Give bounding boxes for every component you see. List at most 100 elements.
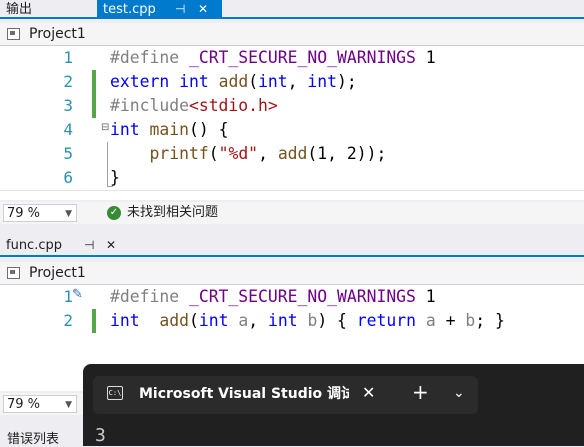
line-number: 6 xyxy=(63,168,73,187)
code-token: ) { xyxy=(317,311,357,330)
code-token: , xyxy=(287,72,308,91)
zoom-value: 79 % xyxy=(7,397,41,412)
code-token: return xyxy=(356,311,417,330)
project-dropdown[interactable]: Project1 xyxy=(29,25,86,43)
close-icon[interactable]: ✕ xyxy=(198,0,208,19)
line-number: 1 xyxy=(63,48,73,67)
line-number: 1 xyxy=(63,287,73,306)
code-token: (1, 2)); xyxy=(307,144,387,163)
error-list-tab[interactable]: 错误列表 xyxy=(0,427,83,447)
bottom-navigation-bar[interactable]: Project1 xyxy=(0,262,584,285)
line-number: 3 xyxy=(63,96,73,115)
line-number: 4 xyxy=(63,120,73,139)
code-token: + xyxy=(435,311,466,330)
code-text[interactable]: extern int add(int, int); xyxy=(110,70,357,94)
code-line[interactable]: 2 extern int add(int, int); xyxy=(0,70,584,94)
top-editor-status-bar: 79 % ▼ ✓ 未找到相关问题 xyxy=(0,202,584,224)
code-token: , xyxy=(248,311,268,330)
terminal-icon: C:\ xyxy=(107,386,123,400)
code-token: int xyxy=(179,72,209,91)
code-token: int xyxy=(110,311,140,330)
code-token: b xyxy=(465,311,476,330)
code-text[interactable]: } xyxy=(110,166,120,190)
project-dropdown[interactable]: Project1 xyxy=(29,264,86,282)
code-line[interactable]: 1 #define _CRT_SECURE_NO_WARNINGS 1 xyxy=(0,46,584,70)
error-list-label: 错误列表 xyxy=(7,432,60,447)
chevron-down-icon[interactable]: ⌄ xyxy=(453,384,465,402)
issues-status[interactable]: 未找到相关问题 xyxy=(127,204,218,222)
chevron-down-icon: ▼ xyxy=(65,209,72,219)
debug-console-window[interactable]: C:\ Microsoft Visual Studio 调试控 ✕ + ⌄ 3 xyxy=(83,364,584,446)
code-token: add xyxy=(159,311,189,330)
code-token: printf xyxy=(149,144,209,163)
code-text[interactable]: int main() { xyxy=(110,118,228,142)
tab-test-cpp-label: test.cpp xyxy=(103,2,156,17)
code-token: #define xyxy=(110,287,189,306)
code-token: int xyxy=(267,311,298,330)
code-token: b xyxy=(307,311,318,330)
top-navigation-bar[interactable]: Project1 xyxy=(0,23,584,46)
code-text[interactable]: int add(int a, int b) { return a + b; } xyxy=(110,309,505,333)
pin-icon[interactable]: ⊣ xyxy=(175,0,185,19)
code-token: #include xyxy=(110,96,189,115)
chevron-down-icon: ▼ xyxy=(65,400,72,410)
code-line[interactable]: 3 #include<stdio.h> xyxy=(0,94,584,118)
zoom-value: 79 % xyxy=(7,206,41,221)
code-line[interactable]: 4 int main() { xyxy=(0,118,584,142)
code-text[interactable]: #define _CRT_SECURE_NO_WARNINGS 1 xyxy=(110,285,436,309)
code-text[interactable]: #define _CRT_SECURE_NO_WARNINGS 1 xyxy=(110,46,436,70)
pin-icon[interactable]: ⊣ xyxy=(84,236,94,255)
code-token: int xyxy=(307,72,338,91)
tab-func-cpp[interactable]: func.cpp ⊣ ✕ xyxy=(0,236,130,255)
code-token: _CRT_SECURE_NO_WARNINGS xyxy=(188,48,416,67)
code-token: add xyxy=(277,144,308,163)
zoom-dropdown[interactable]: 79 % ▼ xyxy=(3,204,77,222)
code-token: } xyxy=(110,168,120,187)
project-icon xyxy=(7,267,20,279)
code-text[interactable]: #include<stdio.h> xyxy=(110,94,278,118)
line-number: 2 xyxy=(63,311,73,330)
tab-output[interactable]: 输出 xyxy=(0,0,95,19)
tab-func-cpp-label: func.cpp xyxy=(6,238,62,253)
new-tab-button[interactable]: + xyxy=(412,382,429,402)
top-code-editor[interactable]: ⊟ 1 #define _CRT_SECURE_NO_WARNINGS 1 2 ext… xyxy=(0,46,584,200)
project-icon xyxy=(7,28,20,40)
code-token: _CRT_SECURE_NO_WARNINGS xyxy=(188,287,416,306)
code-token: 1 xyxy=(415,48,436,67)
code-token: int xyxy=(258,72,288,91)
code-token: a xyxy=(425,311,436,330)
line-number: 2 xyxy=(63,72,73,91)
code-token: extern xyxy=(110,72,170,91)
code-token: "%d" xyxy=(218,144,259,163)
code-line[interactable]: 2 int add(int a, int b) { return a + b; } xyxy=(0,309,584,333)
console-title: Microsoft Visual Studio 调试控 xyxy=(139,386,349,402)
code-token: ( xyxy=(188,311,199,330)
tab-test-cpp[interactable]: test.cpp ⊣ ✕ xyxy=(97,0,222,19)
code-token: ( xyxy=(248,72,259,91)
code-token: () { xyxy=(188,120,229,139)
console-output: 3 xyxy=(95,425,106,446)
code-token: a xyxy=(238,311,249,330)
close-icon[interactable]: ✕ xyxy=(362,384,375,402)
code-token: #define xyxy=(110,48,189,67)
code-token: int xyxy=(110,120,140,139)
code-token: add xyxy=(218,72,249,91)
tab-output-label: 输出 xyxy=(6,2,33,17)
zoom-dropdown[interactable]: 79 % ▼ xyxy=(3,395,77,413)
code-text[interactable]: printf("%d", add(1, 2)); xyxy=(110,142,386,166)
editor-divider xyxy=(0,190,584,191)
code-token: ); xyxy=(337,72,357,91)
code-line[interactable]: 1 #define _CRT_SECURE_NO_WARNINGS 1 xyxy=(0,285,584,309)
top-tab-strip: 输出 test.cpp ⊣ ✕ xyxy=(0,0,584,19)
code-line[interactable]: 6} xyxy=(0,166,584,190)
close-icon[interactable]: ✕ xyxy=(106,236,116,255)
line-number: 5 xyxy=(63,144,73,163)
code-line[interactable]: 5 printf("%d", add(1, 2)); xyxy=(0,142,584,166)
